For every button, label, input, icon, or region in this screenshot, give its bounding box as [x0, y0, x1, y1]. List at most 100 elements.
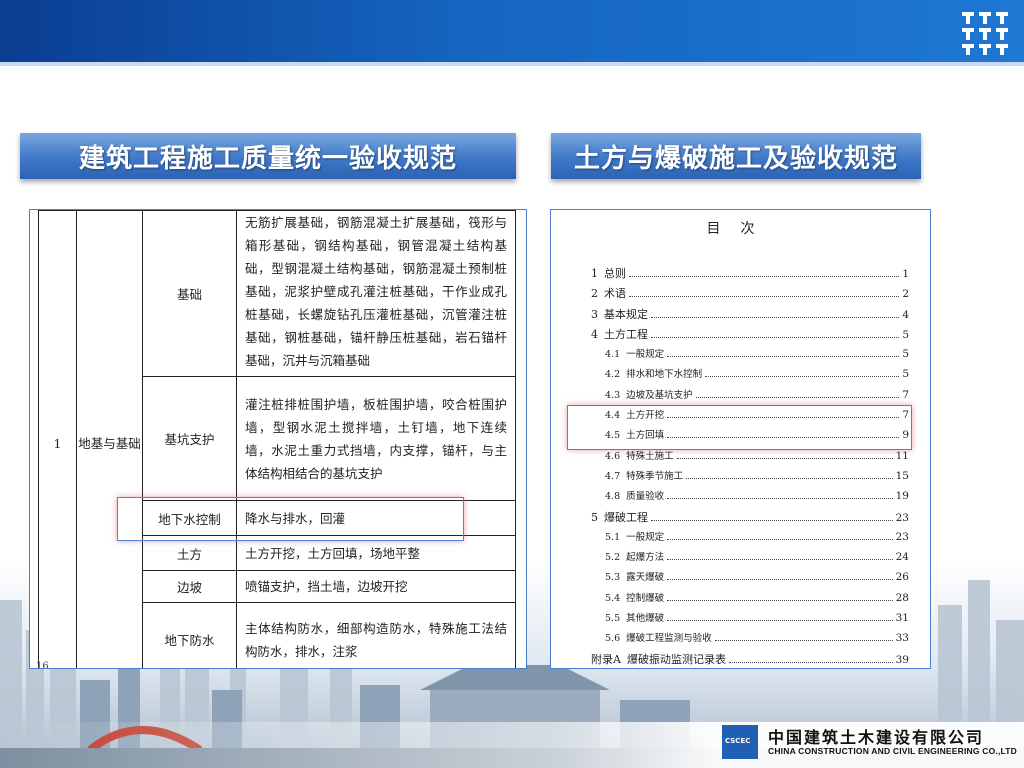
toc-entry-label: 基本规定: [604, 307, 648, 321]
toc-entry-label: 边坡及基坑支护: [626, 389, 693, 401]
description-cell: 无筋扩展基础，钢筋混凝土扩展基础，筏形与箱形基础，钢结构基础，钢管混凝土结构基础…: [236, 210, 516, 377]
toc-entry-label: 总则: [604, 267, 626, 280]
toc-entry-number: 5.4: [605, 592, 621, 604]
subcategory-cell: 基坑支护: [142, 376, 237, 501]
table-row: 1 地基与基础 基础 无筋扩展基础，钢筋混凝土扩展基础，筏形与箱形基础，钢结构基…: [38, 210, 516, 668]
toc-leader-dots: [686, 477, 893, 479]
toc-entry: 4.2 排水和地下水控制 5: [591, 366, 909, 386]
spec-table: 1 地基与基础 基础 无筋扩展基础，钢筋混凝土扩展基础，筏形与箱形基础，钢结构基…: [38, 210, 516, 668]
toc-entry-number: 5.2: [605, 552, 621, 564]
toc-entry-page: 7: [902, 388, 909, 401]
toc-entry-number: 4.4: [605, 410, 621, 422]
toc-entry-label: 质量验收: [626, 491, 665, 503]
toc-leader-dots: [728, 661, 893, 663]
toc-entry-page: 33: [895, 632, 909, 645]
toc-entry-label: 爆破工程监测与验收: [626, 633, 712, 645]
toc-entry: 2 术语 2: [591, 285, 909, 305]
description-cell: 土方开挖，土方回填，场地平整: [236, 535, 516, 571]
toc-entry-number: 4.8: [605, 491, 621, 503]
toc-entry-page: 23: [895, 511, 909, 524]
toc-entry-page: 28: [895, 591, 909, 604]
toc-leader-dots: [667, 620, 893, 622]
toc-entry-number: 5.5: [605, 613, 621, 625]
toc-entry-label: 爆破振动监测记录表: [626, 652, 726, 666]
toc-entry-number: 3: [591, 307, 598, 321]
toc-entry-label: 术语: [604, 287, 626, 301]
right-section-heading: 土方与爆破施工及验收规范: [551, 133, 921, 179]
brand-logo-icon: [962, 12, 1008, 55]
toc-leader-dots: [676, 457, 893, 459]
subcategory-cell: 地下防水: [142, 602, 237, 668]
category-cell: 地基与基础: [76, 210, 143, 668]
toc-entry-number: 4.3: [605, 389, 621, 401]
toc-entry-number: 4.1: [605, 349, 621, 361]
toc-leader-dots: [667, 437, 900, 439]
toc-entry-page: 31: [895, 612, 909, 625]
toc-entry-page: 5: [902, 328, 909, 341]
subcategory-cell: 基础: [142, 210, 237, 377]
toc-entry-page: 24: [895, 551, 909, 564]
toc-leader-dots: [667, 356, 900, 358]
toc-entry-label: 爆破工程: [604, 510, 648, 524]
toc-entry-page: 19: [895, 490, 909, 503]
toc-entry-number: 4.5: [605, 430, 621, 442]
toc-leader-dots: [667, 498, 893, 500]
toc-entry: 4.5 土方回填 9: [591, 427, 909, 447]
left-document-panel: 1 地基与基础 基础 无筋扩展基础，钢筋混凝土扩展基础，筏形与箱形基础，钢结构基…: [29, 209, 527, 669]
toc-leader-dots: [629, 276, 900, 277]
toc-entry-number: 5.6: [605, 633, 621, 645]
toc-entry-label: 其他爆破: [626, 613, 665, 625]
toc-entry-number: 4.6: [605, 450, 621, 462]
subcategory-cell: 边坡: [142, 570, 237, 603]
toc-entry-number: 附录A: [591, 652, 621, 666]
toc-leader-dots: [667, 599, 893, 601]
toc-entry-number: 5.3: [605, 572, 621, 584]
toc-entry-page: 2: [902, 288, 909, 301]
toc-entry: 5.1 一般规定 23: [591, 529, 909, 549]
toc-entry: 4.7 特殊季节施工 15: [591, 468, 909, 488]
toc-entry-label: 土方回填: [626, 430, 665, 442]
toc-entry-page: 5: [902, 348, 909, 361]
toc-entry: 5.6 爆破工程监测与验收 33: [591, 630, 909, 650]
toc-entry: 5 爆破工程 23: [591, 509, 909, 529]
toc-leader-dots: [667, 559, 893, 561]
toc-entry-label: 一般规定: [626, 349, 665, 361]
toc-leader-dots: [651, 316, 900, 318]
toc-entry-number: 2: [591, 287, 598, 301]
toc-entry-page: 26: [895, 571, 909, 584]
toc-entry-label: 特殊土施工: [626, 450, 674, 462]
toc-entry-page: 4: [902, 308, 909, 321]
toc-entry-number: 4.2: [605, 369, 621, 381]
toc-entry: 1 总则 1: [591, 265, 909, 285]
row-number-cell: 1: [38, 210, 77, 668]
toc-entry-label: 露天爆破: [626, 572, 665, 584]
toc-entry-number: 5: [591, 510, 598, 524]
toc-leader-dots: [629, 296, 900, 298]
toc-entry-page: 1: [902, 268, 909, 280]
toc-entry: 3 基本规定 4: [591, 306, 909, 326]
toc-entry-label: 起爆方法: [626, 552, 665, 564]
subcategory-cell: 地下水控制: [142, 500, 237, 536]
subcategory-cell: 土方: [142, 535, 237, 571]
company-logo-icon: CSCEC: [722, 725, 758, 759]
company-name-cn: 中国建筑土木建设有限公司: [768, 728, 985, 747]
left-section-heading: 建筑工程施工质量统一验收规范: [20, 133, 516, 179]
toc-entry-page: 9: [902, 429, 909, 442]
toc-entry-number: 4.7: [605, 470, 621, 482]
toc-entry-label: 排水和地下水控制: [626, 369, 703, 381]
page-number: 16: [36, 661, 49, 669]
toc-entry: 5.3 露天爆破 26: [591, 569, 909, 589]
toc-entry-label: 控制爆破: [626, 592, 665, 604]
toc-entry: 附录A 爆破振动监测记录表 39: [591, 651, 909, 668]
toc-leader-dots: [714, 640, 893, 642]
toc-entry: 4.8 质量验收 19: [591, 488, 909, 508]
banner-divider: [0, 62, 1024, 66]
toc-entry-label: 土方工程: [604, 327, 648, 341]
toc-entry-page: 11: [895, 449, 909, 462]
toc-entry-page: 7: [902, 409, 909, 422]
toc-entry-page: 23: [895, 530, 909, 543]
toc-list: 1 总则 1 2 术语 2 3 基本规定 4 4 土方工程 5 4.1 一般规定 5 4.2 排水和地下水控制 5…: [591, 265, 909, 668]
toc-entry: 4.6 特殊土施工 11: [591, 448, 909, 468]
toc-leader-dots: [667, 538, 893, 540]
toc-entry-label: 土方开挖: [626, 410, 665, 422]
